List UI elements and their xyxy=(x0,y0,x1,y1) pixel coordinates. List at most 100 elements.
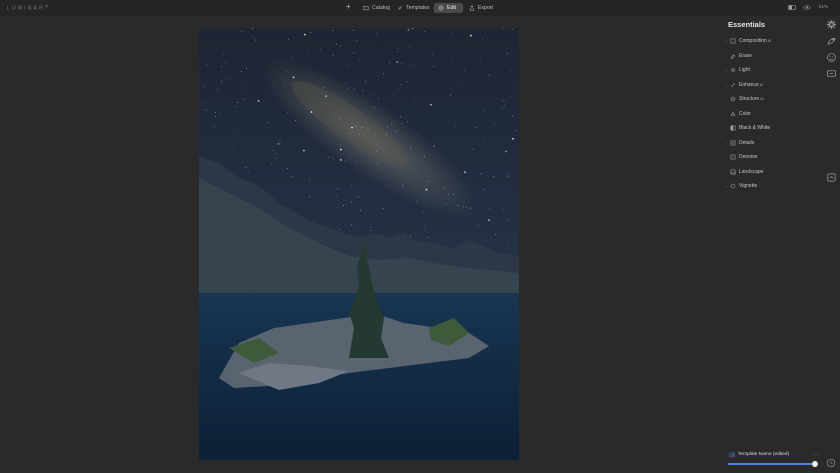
star xyxy=(432,53,434,55)
star xyxy=(309,178,310,180)
star xyxy=(332,55,334,56)
photo-canvas[interactable] xyxy=(199,28,519,460)
tool-landscape[interactable]: Landscape xyxy=(724,167,764,177)
star xyxy=(242,89,244,91)
zoom-level[interactable]: 51% xyxy=(819,4,828,9)
eye-icon[interactable] xyxy=(803,4,811,11)
star xyxy=(202,109,204,111)
tool-denoise[interactable]: Denoise xyxy=(724,152,758,162)
composition-icon xyxy=(730,38,736,44)
star xyxy=(292,57,294,59)
star xyxy=(236,73,238,74)
creative-palette-icon[interactable] xyxy=(826,36,837,47)
star xyxy=(240,71,242,72)
star xyxy=(303,33,306,36)
tab-templates[interactable]: Templates xyxy=(393,3,434,13)
tool-erase[interactable]: Erase xyxy=(724,51,753,61)
star xyxy=(502,28,504,29)
tool-color[interactable]: Color xyxy=(724,109,752,119)
portrait-face-icon[interactable] xyxy=(826,52,837,63)
chevron-right-icon: › xyxy=(725,183,728,189)
templates-icon xyxy=(398,6,402,10)
star xyxy=(270,111,271,113)
tool-details[interactable]: › Details xyxy=(724,138,755,148)
star xyxy=(451,33,453,35)
star xyxy=(365,81,367,82)
star xyxy=(508,242,510,243)
star xyxy=(382,208,384,209)
chevron-right-icon: › xyxy=(725,82,728,88)
star xyxy=(412,28,414,30)
star xyxy=(328,81,329,82)
star xyxy=(271,163,272,165)
star xyxy=(502,100,504,102)
tool-black-white[interactable]: Black & White xyxy=(724,123,771,133)
compare-icon[interactable] xyxy=(788,4,796,11)
star xyxy=(461,86,462,87)
star xyxy=(204,109,206,110)
star xyxy=(351,126,353,129)
star xyxy=(433,145,434,147)
star xyxy=(219,113,220,114)
star xyxy=(241,30,243,32)
star xyxy=(221,80,223,82)
star xyxy=(428,181,429,182)
more-options-button[interactable]: ··· xyxy=(813,452,819,458)
tool-label: Color xyxy=(739,111,751,117)
star xyxy=(505,150,507,153)
star xyxy=(459,175,460,176)
tool-vignette[interactable]: › Vignette xyxy=(724,181,758,191)
star xyxy=(464,70,466,72)
slider-knob[interactable] xyxy=(812,460,819,467)
star xyxy=(343,204,344,206)
star xyxy=(470,34,472,37)
star xyxy=(396,51,398,53)
tool-light[interactable]: › Light xyxy=(724,65,751,75)
color-icon xyxy=(730,111,736,116)
layers-icon[interactable] xyxy=(826,172,837,183)
essentials-sun-icon[interactable] xyxy=(826,19,837,30)
template-name-row[interactable]: Template Name (edited) xyxy=(728,452,789,457)
star xyxy=(344,160,346,162)
star xyxy=(370,227,372,228)
star xyxy=(322,87,324,89)
landscape-icon xyxy=(730,169,736,175)
star xyxy=(425,188,428,191)
star xyxy=(464,171,466,174)
star xyxy=(232,146,234,148)
star xyxy=(237,102,238,103)
star xyxy=(495,234,496,235)
star xyxy=(386,133,387,135)
star xyxy=(444,186,446,188)
template-amount-slider[interactable] xyxy=(728,460,819,467)
history-clock-icon[interactable] xyxy=(826,458,836,468)
star xyxy=(361,126,363,128)
star xyxy=(307,52,309,54)
star xyxy=(506,52,508,54)
tool-enhance[interactable]: › Enhance AI xyxy=(724,80,763,90)
tool-structure[interactable]: Structure AI xyxy=(724,94,764,104)
vignette-icon xyxy=(730,183,736,189)
star xyxy=(285,70,287,72)
professional-icon[interactable] xyxy=(826,68,837,79)
tool-composition[interactable]: › Composition AI xyxy=(724,36,771,46)
slider-fill xyxy=(728,463,816,465)
star xyxy=(509,47,511,49)
tab-export[interactable]: Export xyxy=(465,3,497,13)
add-photos-button[interactable]: + xyxy=(346,2,351,11)
star xyxy=(398,48,400,50)
star xyxy=(422,211,424,212)
star xyxy=(391,124,393,125)
tab-catalog[interactable]: Catalog xyxy=(359,3,394,13)
star xyxy=(272,149,274,151)
star xyxy=(455,126,457,128)
star xyxy=(336,43,337,45)
star xyxy=(242,119,243,121)
star xyxy=(257,100,260,102)
star xyxy=(325,95,328,97)
star xyxy=(355,126,356,127)
star xyxy=(234,106,236,108)
star xyxy=(409,46,410,47)
star xyxy=(489,208,491,210)
tab-edit[interactable]: Edit xyxy=(434,3,463,13)
